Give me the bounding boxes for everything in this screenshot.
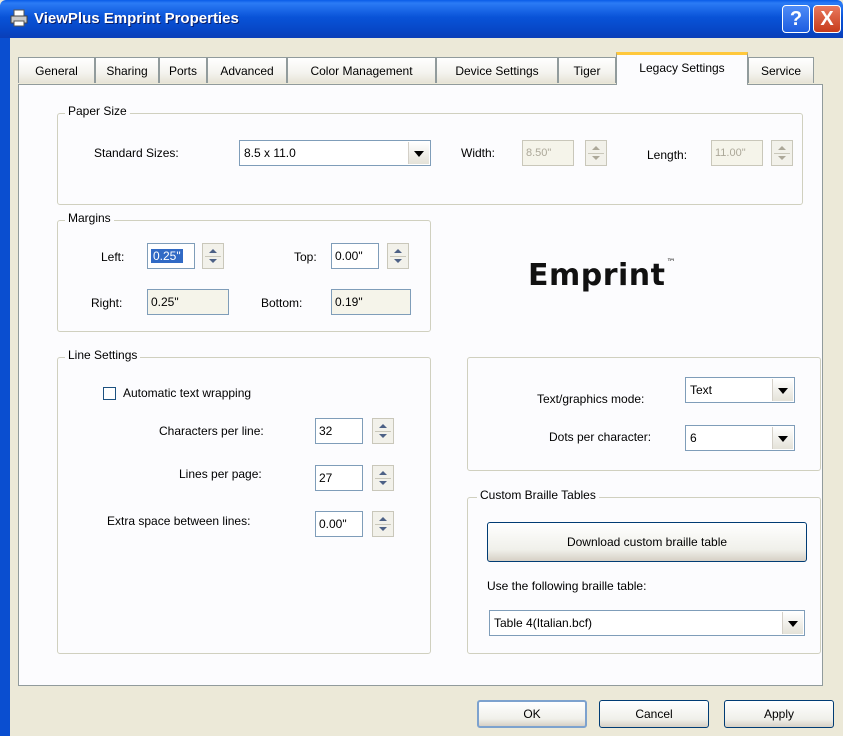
width-label: Width: [461, 146, 496, 160]
dots-per-char-label: Dots per character: [549, 430, 652, 444]
line-settings-label: Line Settings [65, 348, 141, 362]
auto-wrap-checkbox[interactable] [103, 387, 116, 400]
emprint-logo: Emprint™ [528, 258, 676, 293]
apply-button[interactable]: Apply [724, 700, 834, 728]
help-button[interactable]: ? [782, 5, 810, 33]
text-graphics-mode-select[interactable]: Text [685, 377, 795, 403]
tab-sharing[interactable]: Sharing [95, 57, 159, 83]
ok-button[interactable]: OK [477, 700, 587, 728]
emprint-logo-text: Emprint [528, 258, 666, 293]
left-margin-label: Left: [101, 250, 125, 264]
margins-group [57, 220, 431, 332]
lines-per-page-spinner[interactable] [372, 465, 394, 491]
length-field: 11.00" [711, 140, 763, 166]
standard-sizes-value: 8.5 x 11.0 [244, 146, 296, 160]
width-field: 8.50" [522, 140, 574, 166]
braille-table-value: Table 4(Italian.bcf) [494, 616, 593, 630]
text-graphics-mode-value: Text [690, 383, 713, 397]
tab-advanced[interactable]: Advanced [207, 57, 287, 83]
left-margin-value: 0.25" [151, 249, 183, 263]
width-spinner [585, 140, 607, 166]
use-braille-table-label: Use the following braille table: [487, 579, 647, 593]
right-margin-label: Right: [91, 296, 123, 310]
chevron-down-icon[interactable] [408, 142, 429, 164]
lines-per-page-label: Lines per page: [179, 467, 262, 481]
tab-device-settings[interactable]: Device Settings [436, 57, 558, 83]
line-settings-group [57, 357, 431, 654]
braille-tables-label: Custom Braille Tables [477, 488, 599, 502]
top-margin-label: Top: [294, 250, 317, 264]
mode-group [467, 357, 821, 471]
length-label: Length: [647, 148, 688, 162]
length-spinner [771, 140, 793, 166]
lines-per-page-field[interactable]: 27 [315, 465, 363, 491]
standard-sizes-label: Standard Sizes: [94, 146, 179, 160]
printer-icon [10, 9, 28, 27]
dots-per-char-value: 6 [690, 431, 697, 445]
extra-space-spinner[interactable] [372, 511, 394, 537]
right-margin-field: 0.25" [147, 289, 229, 315]
chevron-down-icon[interactable] [772, 379, 793, 401]
left-margin-field[interactable]: 0.25" [147, 243, 195, 269]
cancel-button[interactable]: Cancel [599, 700, 709, 728]
bottom-margin-label: Bottom: [261, 296, 303, 310]
bottom-margin-field: 0.19" [331, 289, 411, 315]
title-bar: ViewPlus Emprint Properties ? X [0, 0, 843, 38]
download-braille-table-button[interactable]: Download custom braille table [487, 522, 807, 562]
paper-size-label: Paper Size [65, 104, 130, 118]
chevron-down-icon[interactable] [772, 427, 793, 449]
top-margin-spinner[interactable] [387, 243, 409, 269]
chars-per-line-label: Characters per line: [159, 424, 264, 438]
chars-per-line-spinner[interactable] [372, 418, 394, 444]
window-title: ViewPlus Emprint Properties [34, 10, 239, 27]
extra-space-label: Extra space between lines: [107, 514, 251, 528]
chars-per-line-field[interactable]: 32 [315, 418, 363, 444]
top-margin-field[interactable]: 0.00" [331, 243, 379, 269]
dots-per-char-select[interactable]: 6 [685, 425, 795, 451]
tab-general[interactable]: General [18, 57, 95, 83]
standard-sizes-select[interactable]: 8.5 x 11.0 [239, 140, 431, 166]
text-graphics-mode-label: Text/graphics mode: [537, 392, 645, 406]
auto-wrap-label: Automatic text wrapping [123, 386, 252, 400]
chevron-down-icon[interactable] [782, 612, 803, 634]
tab-legacy-settings[interactable]: Legacy Settings [616, 52, 748, 85]
tab-tiger[interactable]: Tiger [558, 57, 616, 83]
braille-table-select[interactable]: Table 4(Italian.bcf) [489, 610, 805, 636]
window-frame [0, 38, 10, 736]
tab-color-management[interactable]: Color Management [287, 57, 436, 83]
tab-service[interactable]: Service [748, 57, 814, 83]
trademark-mark: ™ [666, 258, 677, 268]
tab-ports[interactable]: Ports [159, 57, 207, 83]
close-button[interactable]: X [813, 5, 841, 33]
margins-label: Margins [65, 211, 114, 225]
extra-space-field[interactable]: 0.00" [315, 511, 363, 537]
left-margin-spinner[interactable] [202, 243, 224, 269]
tab-panel: Paper Size Standard Sizes: 8.5 x 11.0 Wi… [18, 84, 823, 686]
